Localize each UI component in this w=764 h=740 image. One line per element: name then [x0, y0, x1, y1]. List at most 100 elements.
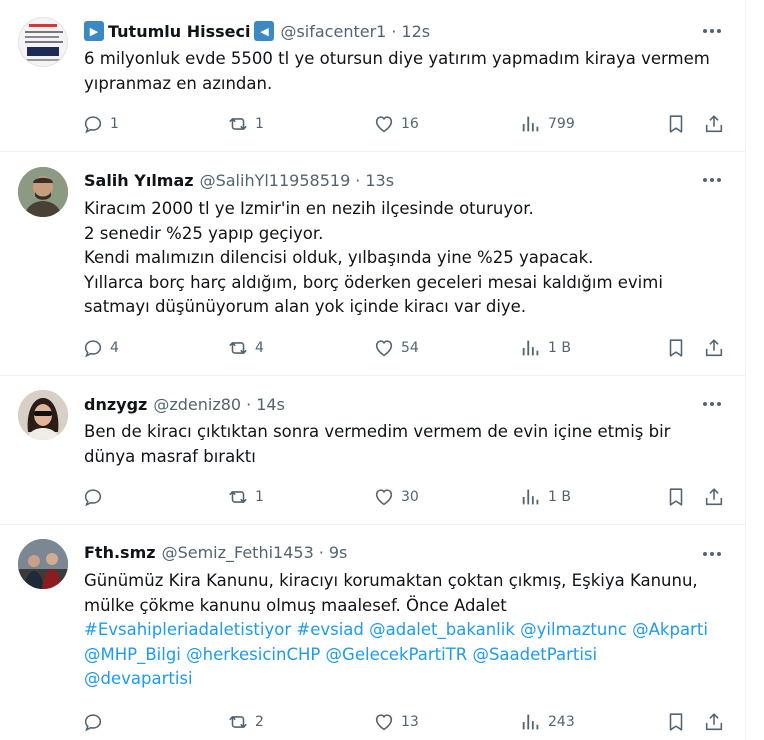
like-button[interactable]: 13 — [373, 709, 419, 735]
separator-dot: · — [318, 542, 324, 562]
bookmark-button[interactable] — [665, 335, 687, 361]
share-icon — [705, 713, 723, 731]
tweet[interactable]: ▶ Tutumlu Hisseci ◀ @sifacenter1 · 12s 6… — [0, 0, 746, 152]
avatar[interactable] — [18, 539, 68, 589]
like-count: 54 — [401, 340, 419, 356]
reply-button[interactable]: 1 — [82, 111, 119, 137]
tweet-text-line: 6 milyonluk evde 5500 tl ye otursun diye… — [84, 49, 710, 68]
analytics-icon — [522, 489, 539, 505]
reply-count: 1 — [110, 116, 119, 132]
more-options-icon[interactable] — [698, 542, 726, 566]
repost-icon — [229, 491, 247, 503]
tweet[interactable]: Fth.smz @Semiz_Fethi1453 · 9s Günümüz Ki… — [0, 525, 746, 740]
tweet-header: dnzygz @zdeniz80 · 14s — [84, 392, 285, 416]
user-handle[interactable]: @Semiz_Fethi1453 — [162, 543, 314, 562]
bookmark-button[interactable] — [665, 484, 687, 510]
bookmark-icon — [669, 339, 683, 357]
timestamp[interactable]: 14s — [256, 395, 285, 414]
action-bar: 1 1 16 799 — [82, 111, 728, 137]
hashtag-line[interactable]: @MHP_Bilgi @herkesicinCHP @GelecekPartiT… — [84, 643, 734, 668]
reverse-badge-icon: ◀ — [254, 21, 275, 41]
share-icon — [705, 115, 723, 133]
repost-button[interactable]: 1 — [227, 111, 264, 137]
tweet-header: Salih Yılmaz @SalihYl11958519 · 13s — [84, 168, 394, 192]
repost-count: 2 — [255, 714, 264, 730]
like-button[interactable]: 30 — [373, 484, 419, 510]
avatar[interactable] — [18, 17, 68, 67]
tweet-header: ▶ Tutumlu Hisseci ◀ @sifacenter1 · 12s — [84, 19, 430, 43]
tweet[interactable]: dnzygz @zdeniz80 · 14s Ben de kiracı çık… — [0, 376, 746, 525]
tweet-header: Fth.smz @Semiz_Fethi1453 · 9s — [84, 540, 347, 564]
analytics-icon — [522, 714, 539, 730]
reply-button[interactable] — [82, 709, 110, 735]
user-handle[interactable]: @zdeniz80 — [153, 395, 241, 414]
display-name[interactable]: Tutumlu Hisseci — [108, 22, 250, 41]
tweet-text: Günümüz Kira Kanunu, kiracıyı korumaktan… — [84, 569, 734, 692]
view-count: 799 — [548, 116, 575, 132]
tweet[interactable]: Salih Yılmaz @SalihYl11958519 · 13s Kira… — [0, 152, 746, 376]
repost-count: 1 — [255, 489, 264, 505]
repost-button[interactable]: 1 — [227, 484, 264, 510]
repost-button[interactable]: 2 — [227, 709, 264, 735]
views-button[interactable]: 243 — [520, 709, 575, 735]
share-button[interactable] — [703, 709, 725, 735]
user-handle[interactable]: @SalihYl11958519 — [200, 171, 351, 190]
repost-icon — [229, 342, 247, 354]
tweet-text-line: dünya masraf bıraktı — [84, 446, 256, 466]
user-handle[interactable]: @sifacenter1 — [280, 22, 386, 41]
tweet-text: Kiracım 2000 tl ye Izmir'in en nezih ilç… — [84, 197, 734, 320]
hashtag-line[interactable]: @devapartisi — [84, 667, 734, 692]
like-count: 16 — [401, 116, 419, 132]
tweet-text-line: Günümüz Kira Kanunu, kiracıyı korumaktan… — [84, 571, 698, 590]
heart-icon — [375, 116, 393, 133]
more-options-icon[interactable] — [698, 392, 726, 416]
bookmark-button[interactable] — [665, 111, 687, 137]
views-button[interactable]: 1 B — [520, 335, 571, 361]
tweet-text-line: Ben de kiracı çıktıktan sonra vermedim v… — [84, 422, 671, 441]
tweet-text-line: mülke çökme kanunu olmuş maalesef. Önce … — [84, 595, 507, 615]
views-button[interactable]: 1 B — [520, 484, 571, 510]
reply-icon — [84, 116, 102, 134]
more-options-icon[interactable] — [698, 19, 726, 43]
action-bar: 1 30 1 B — [82, 484, 728, 510]
timeline-feed: ▶ Tutumlu Hisseci ◀ @sifacenter1 · 12s 6… — [0, 0, 746, 740]
avatar[interactable] — [18, 167, 68, 217]
reply-icon — [84, 340, 102, 358]
reply-button[interactable]: 4 — [82, 335, 119, 361]
repost-icon — [229, 716, 247, 728]
heart-icon — [375, 714, 393, 731]
share-button[interactable] — [703, 111, 725, 137]
avatar[interactable] — [18, 390, 68, 440]
display-name[interactable]: Fth.smz — [84, 543, 156, 562]
display-name[interactable]: Salih Yılmaz — [84, 171, 194, 190]
display-name[interactable]: dnzygz — [84, 395, 147, 414]
action-bar: 2 13 243 — [82, 709, 728, 735]
bookmark-icon — [669, 115, 683, 133]
view-count: 1 B — [548, 489, 571, 505]
tweet-text-line: Kendi malımızın dilencisi olduk, yılbaşı… — [84, 248, 594, 267]
timestamp[interactable]: 12s — [401, 22, 430, 41]
view-count: 243 — [548, 714, 575, 730]
share-button[interactable] — [703, 335, 725, 361]
views-button[interactable]: 799 — [520, 111, 575, 137]
timestamp[interactable]: 9s — [329, 543, 348, 562]
more-options-icon[interactable] — [698, 168, 726, 192]
share-button[interactable] — [703, 484, 725, 510]
bookmark-icon — [669, 713, 683, 731]
heart-icon — [375, 340, 393, 357]
tweet-text-line: Yıllarca borç harç aldığım, borç öderken… — [84, 272, 663, 292]
repost-button[interactable]: 4 — [227, 335, 264, 361]
hashtag-line[interactable]: #Evsahipleriadaletistiyor #evsiad @adale… — [84, 618, 734, 643]
play-badge-icon: ▶ — [84, 21, 104, 41]
share-icon — [705, 339, 723, 357]
reply-count: 4 — [110, 340, 119, 356]
separator-dot: · — [391, 21, 397, 41]
bookmark-button[interactable] — [665, 709, 687, 735]
heart-icon — [375, 489, 393, 506]
reply-button[interactable] — [82, 484, 110, 510]
separator-dot: · — [246, 394, 252, 414]
like-button[interactable]: 16 — [373, 111, 419, 137]
timestamp[interactable]: 13s — [365, 171, 394, 190]
like-button[interactable]: 54 — [373, 335, 419, 361]
tweet-text-line: 2 senedir %25 yapıp geçiyor. — [84, 223, 324, 243]
